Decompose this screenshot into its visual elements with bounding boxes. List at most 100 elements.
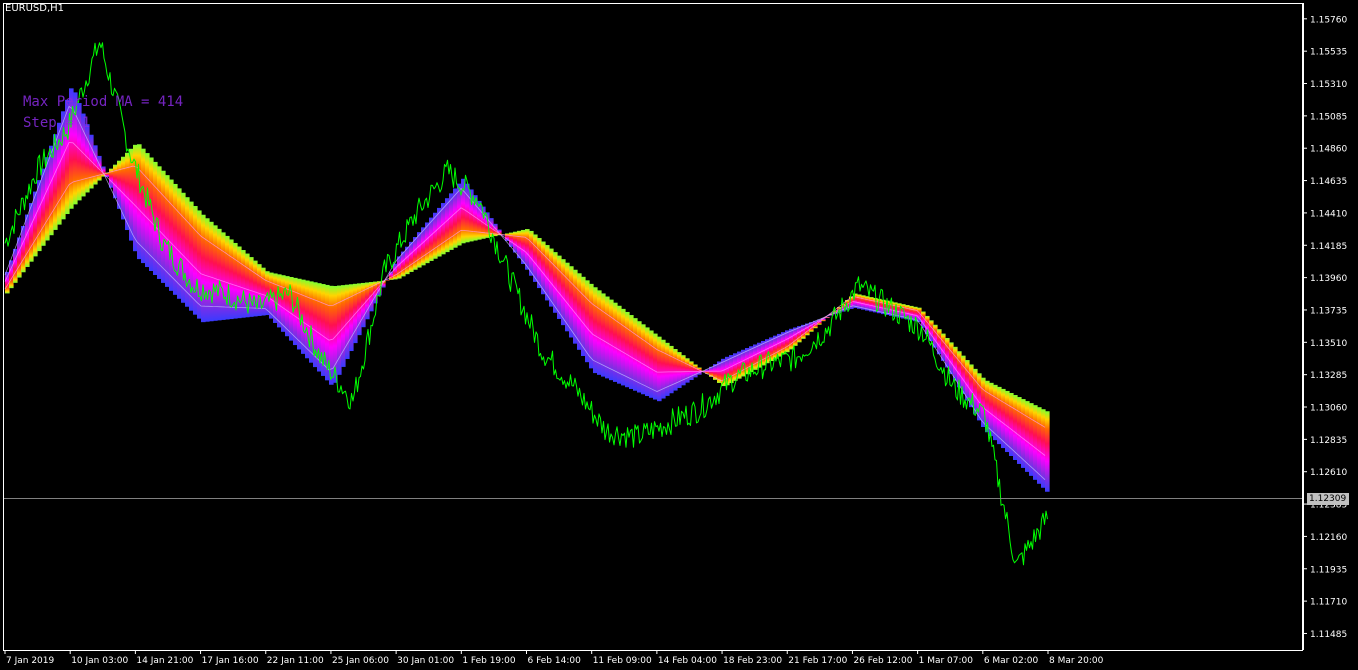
ribbon-strip — [1041, 409, 1046, 488]
ribbon-strip — [545, 245, 550, 301]
x-tick-label: 14 Feb 04:00 — [658, 656, 717, 666]
x-tick-label: 8 Mar 20:00 — [1049, 656, 1104, 666]
ribbon-strip — [953, 346, 958, 381]
ribbon-strip — [169, 179, 174, 291]
y-tick-label: 1.15760 — [1310, 15, 1347, 25]
y-tick-label: 1.13285 — [1310, 371, 1347, 381]
ribbon-strip — [589, 283, 594, 369]
ribbon-strip — [117, 160, 122, 209]
x-tick-label: 30 Jan 01:00 — [397, 656, 454, 666]
ribbon-strip — [277, 274, 282, 328]
ribbon-strip — [509, 232, 514, 247]
ribbon-strip — [49, 145, 54, 236]
chart-canvas[interactable]: 1.15760 1.15535 1.15310 1.15085 1.14860 1.146… — [0, 0, 1358, 670]
ribbon-strip — [197, 210, 202, 319]
ribbon-strip — [529, 230, 534, 276]
ma-line — [4, 105, 1046, 480]
x-tick-label: 1 Feb 19:00 — [462, 656, 516, 666]
ribbon-strip — [537, 237, 542, 289]
x-tick-label: 6 Feb 14:00 — [528, 656, 582, 666]
ribbon-strip — [1021, 399, 1026, 468]
y-tick-label: 1.15535 — [1310, 48, 1347, 58]
time-axis[interactable]: 7 Jan 2019 10 Jan 03:00 14 Jan 21:00 17 Jan… — [3, 650, 1303, 666]
ribbon-strip — [281, 275, 286, 332]
ribbon-strip — [141, 148, 146, 264]
ribbon-strip — [21, 225, 26, 273]
chart-window[interactable]: 1.15760 1.15535 1.15310 1.15085 1.14860 1.146… — [0, 0, 1358, 670]
ribbon-strip — [121, 156, 126, 220]
max-period-info: Max Period MA = 414 — [23, 94, 184, 110]
ribbon-strip — [405, 246, 410, 275]
ribbon-strip — [41, 168, 46, 246]
y-tick-label: 1.15085 — [1310, 112, 1347, 122]
step-info: Step = 1 — [23, 115, 91, 131]
ribbon-strip — [401, 251, 406, 277]
ribbon-strip — [521, 229, 526, 264]
ribbon-strip — [1017, 397, 1022, 464]
ribbon-strip — [185, 197, 190, 307]
ribbon-strip — [137, 144, 142, 260]
y-tick-label: 1.13510 — [1310, 339, 1347, 349]
ribbon-strip — [413, 237, 418, 270]
ribbon-strip — [1045, 411, 1050, 492]
x-tick-label: 21 Feb 17:00 — [788, 656, 847, 666]
y-tick-label: 1.14185 — [1310, 242, 1347, 252]
y-tick-label: 1.12610 — [1310, 468, 1347, 478]
y-tick-label: 1.14635 — [1310, 177, 1347, 187]
y-tick-label: 1.11710 — [1310, 598, 1347, 608]
y-tick-label: 1.15310 — [1310, 80, 1347, 90]
ribbon-strip — [557, 255, 562, 319]
x-tick-label: 17 Jan 16:00 — [202, 656, 259, 666]
y-tick-label: 1.12835 — [1310, 436, 1347, 446]
ribbon-strip — [441, 203, 446, 255]
ribbon-strip — [573, 269, 578, 344]
ribbon-strip — [145, 153, 150, 268]
ribbon-strip — [437, 207, 442, 257]
ribbon-strip — [189, 201, 194, 311]
ribbon-strip — [581, 276, 586, 357]
ribbon-strip — [993, 384, 998, 441]
y-tick-label: 1.13960 — [1310, 274, 1347, 284]
ribbon-strip — [1025, 401, 1030, 472]
ribbon-strip — [1013, 395, 1018, 460]
y-tick-label: 1.13060 — [1310, 404, 1347, 414]
ribbon-strip — [125, 152, 130, 231]
ribbon-strip — [533, 234, 538, 282]
ribbon-strip — [421, 227, 426, 266]
ribbon-strip — [933, 324, 938, 348]
plot-frame — [3, 3, 1303, 651]
x-tick-label: 7 Jan 2019 — [6, 656, 54, 666]
ribbon-strip — [57, 122, 62, 225]
ribbon-strip — [33, 191, 38, 257]
ribbon-strip — [429, 217, 434, 261]
ribbon-strip — [1001, 388, 1006, 449]
ribbon-strip — [425, 222, 430, 264]
x-tick-label: 25 Jan 06:00 — [332, 656, 389, 666]
price-axis[interactable]: 1.15760 1.15535 1.15310 1.15085 1.14860 1.146… — [1303, 3, 1347, 650]
symbol-timeframe-label: EURUSD,H1 — [5, 3, 65, 14]
ribbon-strip — [165, 175, 170, 287]
ribbon-strip — [305, 280, 310, 359]
x-tick-label: 18 Feb 23:00 — [723, 656, 782, 666]
ribbon-strip — [17, 237, 22, 278]
x-tick-label: 26 Feb 12:00 — [853, 656, 912, 666]
ribbon-strip — [561, 259, 566, 326]
ribbon-strip — [445, 198, 450, 253]
y-tick-label: 1.14860 — [1310, 145, 1347, 155]
ribbon-strip — [25, 214, 30, 267]
ribbon-strip — [417, 232, 422, 268]
ribbon-strip — [1037, 407, 1042, 484]
ribbon-strip — [13, 248, 18, 283]
ribbon-strip — [1009, 392, 1014, 457]
ribbon-strip — [409, 241, 414, 272]
ribbon-strip — [937, 329, 942, 355]
ribbon-strip — [161, 170, 166, 283]
x-tick-label: 6 Mar 02:00 — [984, 656, 1039, 666]
ribbon-strip — [549, 248, 554, 307]
ribbon-strip — [541, 241, 546, 295]
x-tick-label: 1 Mar 07:00 — [919, 656, 974, 666]
ribbon-strip — [949, 342, 954, 375]
x-tick-label: 14 Jan 21:00 — [136, 656, 193, 666]
ribbon-strip — [997, 386, 1002, 445]
ribbon-strip — [181, 192, 186, 303]
